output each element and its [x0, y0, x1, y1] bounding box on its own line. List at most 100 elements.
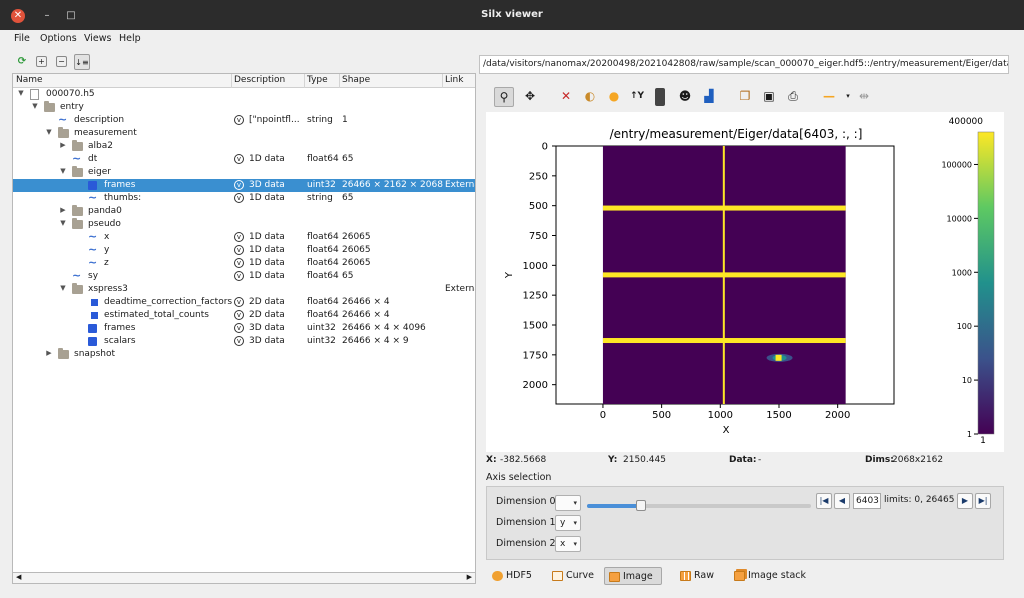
tree-row[interactable]: ▼ entry [13, 101, 475, 114]
menu-views[interactable]: Views [84, 33, 112, 44]
tree-node-name: z [104, 258, 109, 268]
tab-curve[interactable]: Curve [548, 567, 608, 585]
tree-node-description: 1D data [249, 232, 285, 242]
tab-raw[interactable]: Raw [676, 567, 724, 585]
tree-horizontal-scrollbar[interactable]: ◀ ▶ [12, 572, 476, 584]
collapse-arrow-icon[interactable]: ▼ [59, 219, 67, 227]
hdf5-tree[interactable]: Name Description Type Shape Link ▼ 00007… [12, 73, 476, 573]
scroll-left-icon[interactable]: ◀ [16, 573, 21, 581]
marker-icon[interactable]: ● [604, 87, 624, 107]
tree-row[interactable]: ▼ measurement [13, 127, 475, 140]
tab-image-stack[interactable]: Image stack [730, 567, 814, 585]
app-window: ✕ – □ Silx viewer File Options Views Hel… [0, 0, 1024, 598]
header-name[interactable]: Name [16, 75, 43, 85]
next-frame-button[interactable]: ▶ [957, 493, 973, 509]
reset-zoom-icon[interactable]: ✕ [556, 87, 576, 107]
tree-row[interactable]: ∼ x v 1D data float64 26065 [13, 231, 475, 244]
colormap-icon[interactable]: ◐ [580, 87, 600, 107]
frame-slider-handle[interactable] [636, 500, 647, 511]
refresh-icon[interactable]: ⟳ [14, 54, 30, 70]
tree-row[interactable]: ∼ dt v 1D data float64 65 [13, 153, 475, 166]
pan-icon[interactable]: ✥ [520, 87, 540, 107]
header-link[interactable]: Link [445, 75, 463, 85]
dimension-1-select[interactable]: y ▾ [555, 515, 581, 531]
y-axis-icon[interactable]: ↑Y [627, 87, 647, 107]
frame-input[interactable]: 6403 [853, 493, 881, 509]
dimension-2-value: x [560, 539, 566, 549]
print-icon[interactable]: ⎙ [783, 87, 803, 107]
collapse-arrow-icon[interactable]: ▼ [59, 284, 67, 292]
chart-svg[interactable]: /entry/measurement/Eiger/data[6403, :, :… [486, 112, 1004, 452]
tree-node-type: uint32 [307, 323, 336, 333]
tree-row[interactable]: ▼ eiger [13, 166, 475, 179]
tree-row-selected[interactable]: frames v 3D data uint32 26466 × 2162 × 2… [13, 179, 475, 192]
tree-node-shape: 26466 × 4 [342, 310, 390, 320]
histogram-icon[interactable]: ▟ [699, 87, 719, 107]
view-tabs: HDF5 Curve Image Raw Image stack [486, 565, 1006, 587]
expand-arrow-icon[interactable]: ▶ [59, 141, 67, 149]
tree-row[interactable]: ▶ snapshot [13, 348, 475, 361]
tree-row[interactable]: ∼ description v ["npointfl... string 1 [13, 114, 475, 127]
tree-node-description: 3D data [249, 336, 285, 346]
axis-selection-panel: Dimension 0 ▾ |◀ ◀ 6403 limits: 0, 26465… [486, 486, 1004, 560]
tree-node-name: x [104, 232, 110, 242]
frame-slider[interactable] [587, 500, 811, 511]
scroll-right-icon[interactable]: ▶ [467, 573, 472, 581]
dimension-2-select[interactable]: x ▾ [555, 536, 581, 552]
colorbar-icon[interactable] [655, 88, 665, 106]
expand-arrow-icon[interactable]: ▶ [59, 206, 67, 214]
tree-row[interactable]: ∼ sy v 1D data float64 65 [13, 270, 475, 283]
menu-options[interactable]: Options [40, 33, 77, 44]
tree-row[interactable]: ▶ panda0 [13, 205, 475, 218]
header-shape[interactable]: Shape [342, 75, 370, 85]
collapse-all-icon[interactable]: − [56, 56, 67, 67]
dimension-1-label: Dimension 1 [496, 517, 556, 528]
value-icon: v [234, 271, 244, 281]
tree-row[interactable]: ∼ z v 1D data float64 26065 [13, 257, 475, 270]
colorbar[interactable] [977, 131, 995, 435]
save-icon[interactable]: ▣ [759, 87, 779, 107]
zoom-icon[interactable]: ⚲ [494, 87, 514, 107]
plot-area[interactable]: /entry/measurement/Eiger/data[6403, :, :… [486, 112, 1004, 452]
tree-row[interactable]: ▼ xspress3 Externa [13, 283, 475, 296]
tree-row[interactable]: ▼ pseudo [13, 218, 475, 231]
collapse-arrow-icon[interactable]: ▼ [59, 167, 67, 175]
header-description[interactable]: Description [234, 75, 285, 85]
tree-node-type: float64 [307, 245, 339, 255]
copy-icon[interactable]: ❐ [735, 87, 755, 107]
tree-row[interactable]: frames v 3D data uint32 26466 × 4 × 4096 [13, 322, 475, 335]
collapse-arrow-icon[interactable]: ▼ [17, 89, 25, 97]
collapse-arrow-icon[interactable]: ▼ [45, 128, 53, 136]
expand-arrow-icon[interactable]: ▶ [45, 349, 53, 357]
dimension-0-select[interactable]: ▾ [555, 495, 581, 511]
last-frame-button[interactable]: ▶| [975, 493, 991, 509]
sort-icon[interactable]: ↓≡ [74, 54, 90, 70]
tab-image[interactable]: Image [604, 567, 662, 585]
y-axis-label: Y [504, 271, 515, 279]
first-frame-button[interactable]: |◀ [816, 493, 832, 509]
tree-row[interactable]: scalars v 3D data uint32 26466 × 4 × 9 [13, 335, 475, 348]
tree-row[interactable]: estimated_total_counts v 2D data float64… [13, 309, 475, 322]
profile-line-icon[interactable]: — [819, 87, 839, 107]
clear-profile-icon[interactable]: ⇹ [854, 87, 874, 107]
tree-row[interactable]: deadtime_correction_factors v 2D data fl… [13, 296, 475, 309]
tree-row[interactable]: ▶ alba2 [13, 140, 475, 153]
image-icon [609, 572, 620, 582]
tree-node-name: sy [88, 271, 99, 281]
tab-hdf5[interactable]: HDF5 [488, 567, 544, 585]
plot-toolbar: ⚲ ✥ ✕ ◐ ● ↑Y ☻ ▟ ❐ ▣ ⎙ — ▾ ⇹ [486, 84, 1004, 110]
tree-row[interactable]: ▼ 000070.h5 [13, 88, 475, 101]
header-type[interactable]: Type [307, 75, 328, 85]
collapse-arrow-icon[interactable]: ▼ [31, 102, 39, 110]
folder-icon [72, 283, 83, 294]
menu-file[interactable]: File [14, 33, 30, 44]
y-tick-label: 750 [529, 231, 548, 242]
mask-icon[interactable]: ☻ [675, 87, 695, 107]
tree-node-name: measurement [74, 128, 137, 138]
tree-row[interactable]: ∼ thumbs: v 1D data string 65 [13, 192, 475, 205]
expand-all-icon[interactable]: + [36, 56, 47, 67]
menu-help[interactable]: Help [119, 33, 141, 44]
tree-node-name: frames [104, 323, 136, 333]
previous-frame-button[interactable]: ◀ [834, 493, 850, 509]
tree-row[interactable]: ∼ y v 1D data float64 26065 [13, 244, 475, 257]
